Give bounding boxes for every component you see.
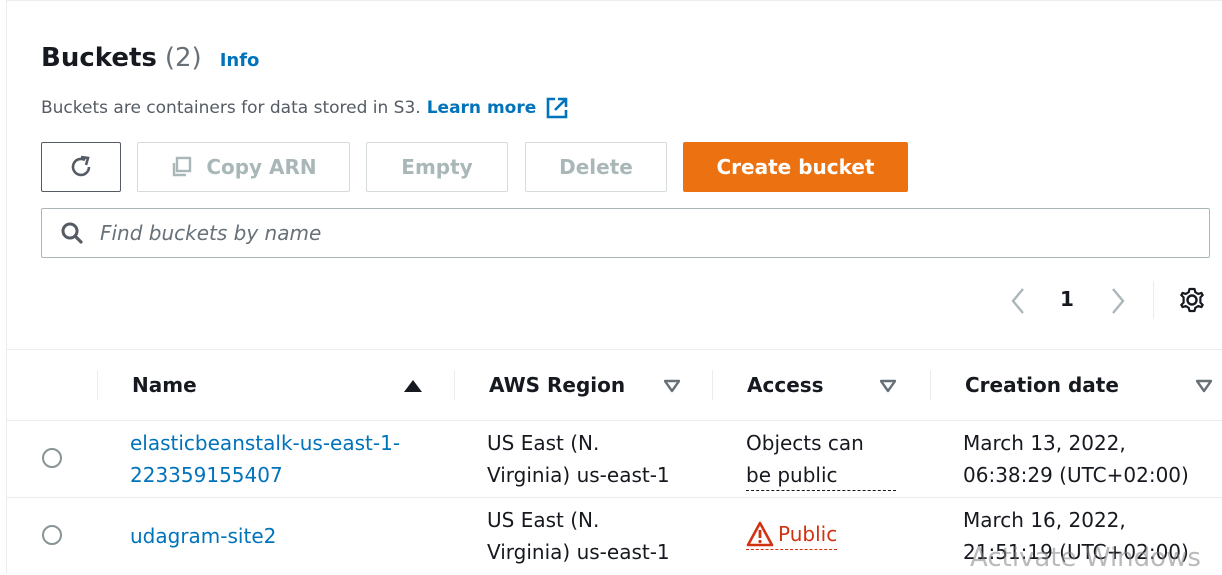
access-cell[interactable]: Objects can be public xyxy=(746,427,896,491)
column-divider xyxy=(97,370,98,400)
search-input[interactable] xyxy=(98,220,1102,246)
sort-icon[interactable] xyxy=(880,379,896,393)
buckets-panel: Buckets (2) Info Buckets are containers … xyxy=(6,0,1222,573)
region-line: US East (N. xyxy=(487,508,600,532)
row-radio[interactable] xyxy=(42,448,62,468)
date-line: 06:38:29 (UTC+02:00) xyxy=(963,463,1189,487)
sort-icon[interactable] xyxy=(1196,379,1212,393)
refresh-button[interactable] xyxy=(41,142,121,192)
pagination-divider xyxy=(1153,281,1154,319)
windows-activation-watermark: Activate Windows xyxy=(970,543,1201,573)
creation-date-cell: March 13, 2022, 06:38:29 (UTC+02:00) xyxy=(963,427,1189,491)
region-line: Virginia) us-east-1 xyxy=(487,463,670,487)
page-header: Buckets (2) Info xyxy=(41,43,259,73)
region-line: Virginia) us-east-1 xyxy=(487,540,670,564)
public-access-badge[interactable]: Public xyxy=(746,519,838,550)
table-row[interactable]: elasticbeanstalk-us-east-1- 223359155407… xyxy=(7,421,1222,498)
refresh-icon xyxy=(71,155,91,177)
column-divider xyxy=(712,370,713,400)
bucket-name-link[interactable]: elasticbeanstalk-us-east-1- 223359155407 xyxy=(130,427,400,491)
empty-button[interactable]: Empty xyxy=(366,142,508,192)
date-line: March 16, 2022, xyxy=(963,508,1126,532)
search-bar xyxy=(41,208,1210,258)
delete-button[interactable]: Delete xyxy=(525,142,667,192)
region-cell: US East (N. Virginia) us-east-1 xyxy=(487,504,670,568)
copy-arn-button[interactable]: Copy ARN xyxy=(137,142,350,192)
bucket-count: (2) xyxy=(164,43,202,73)
create-bucket-button[interactable]: Create bucket xyxy=(683,142,908,192)
warning-icon xyxy=(746,521,774,547)
bucket-name-line: elasticbeanstalk-us-east-1- xyxy=(130,431,401,455)
access-line: be public xyxy=(746,460,896,491)
external-link-icon xyxy=(546,97,568,119)
chevron-right-icon[interactable] xyxy=(1105,285,1129,317)
pagination: 1 xyxy=(7,281,1222,321)
copy-icon xyxy=(173,156,192,177)
region-line: US East (N. xyxy=(487,431,600,455)
chevron-left-icon[interactable] xyxy=(1007,285,1031,317)
copy-arn-label: Copy ARN xyxy=(206,155,317,179)
access-cell[interactable]: Public xyxy=(746,519,838,550)
region-cell: US East (N. Virginia) us-east-1 xyxy=(487,427,670,491)
bucket-name-link[interactable]: udagram-site2 xyxy=(130,520,276,552)
page-description: Buckets are containers for data stored i… xyxy=(41,97,568,119)
table-header: Name AWS Region Access Creation date xyxy=(7,349,1222,421)
column-divider xyxy=(454,370,455,400)
learn-more-link[interactable]: Learn more xyxy=(427,97,569,119)
search-icon xyxy=(61,222,83,244)
page-number[interactable]: 1 xyxy=(1060,287,1074,311)
learn-more-label: Learn more xyxy=(426,98,537,118)
bucket-name-line: 223359155407 xyxy=(130,463,283,487)
column-divider xyxy=(930,370,931,400)
sort-ascending-icon[interactable] xyxy=(403,379,423,393)
access-label: Public xyxy=(778,522,838,546)
description-text: Buckets are containers for data stored i… xyxy=(41,98,421,118)
sort-icon[interactable] xyxy=(664,379,680,393)
page-title: Buckets xyxy=(41,43,157,73)
gear-icon[interactable] xyxy=(1178,286,1206,314)
info-link[interactable]: Info xyxy=(220,50,260,71)
column-header-region[interactable]: AWS Region xyxy=(489,350,625,420)
column-header-name[interactable]: Name xyxy=(132,350,197,420)
column-header-access[interactable]: Access xyxy=(747,350,824,420)
row-radio[interactable] xyxy=(42,525,62,545)
column-header-creation-date[interactable]: Creation date xyxy=(965,350,1119,420)
date-line: March 13, 2022, xyxy=(963,431,1126,455)
access-line: Objects can xyxy=(746,431,864,455)
